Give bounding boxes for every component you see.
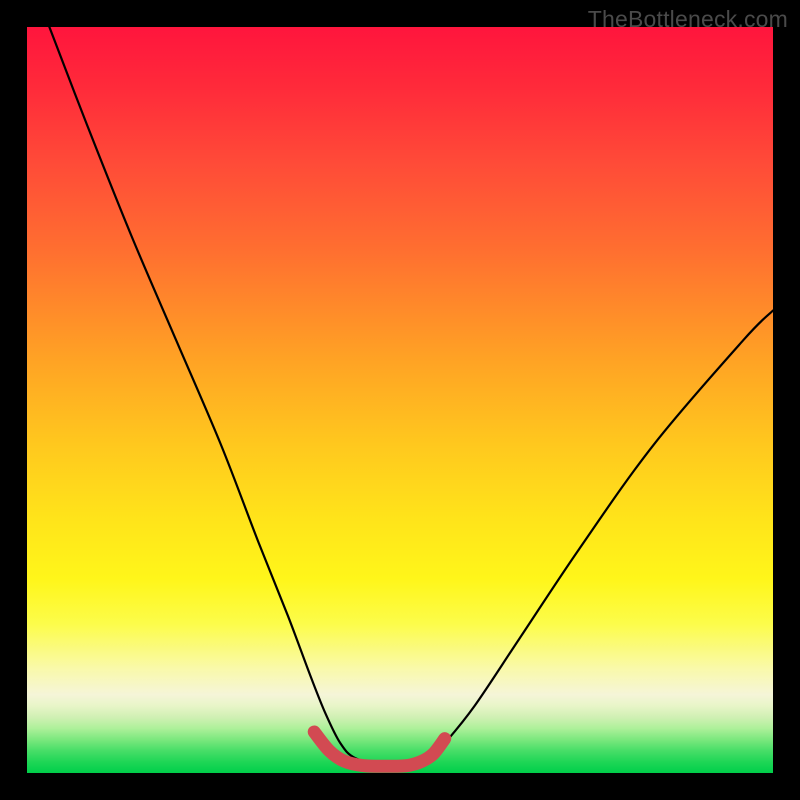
black-curve xyxy=(49,27,773,766)
chart-svg xyxy=(27,27,773,773)
red-highlight xyxy=(314,732,445,766)
chart-frame: TheBottleneck.com xyxy=(0,0,800,800)
plot-area xyxy=(27,27,773,773)
watermark-text: TheBottleneck.com xyxy=(588,6,788,33)
